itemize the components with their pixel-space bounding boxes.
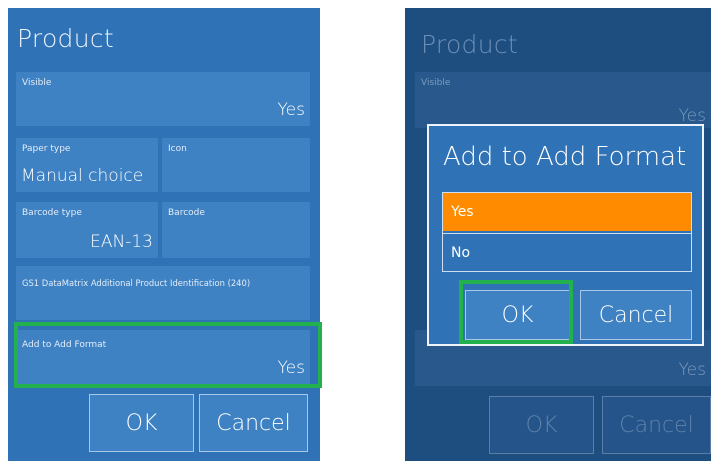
barcode-field[interactable]: Barcode — [162, 202, 310, 258]
icon-field[interactable]: Icon — [162, 138, 310, 192]
add-to-format-value: Yes — [277, 358, 305, 378]
product-panel-dimmed: Product Visible Yes Yes OK Cancel Add to… — [405, 8, 711, 461]
option-no[interactable]: No — [443, 233, 691, 271]
dialog-title: Add to Add Format — [443, 142, 687, 172]
cancel-button[interactable]: Cancel — [199, 394, 308, 452]
icon-label: Icon — [168, 144, 187, 154]
add-to-format-label: Add to Add Format — [22, 340, 107, 350]
cancel-button: Cancel — [602, 396, 711, 454]
barcode-type-label: Barcode type — [22, 208, 82, 218]
barcode-label: Barcode — [168, 208, 205, 218]
visible-label: Visible — [421, 78, 451, 88]
panel-title: Product — [421, 30, 519, 59]
visible-value: Yes — [678, 106, 706, 126]
barcode-type-field[interactable]: Barcode type EAN-13 — [16, 202, 158, 258]
add-to-format-field[interactable]: Add to Add Format Yes — [16, 330, 310, 384]
options-list: Yes No — [442, 192, 692, 272]
paper-type-value: Manual choice — [21, 166, 144, 186]
paper-type-field[interactable]: Paper type Manual choice — [16, 138, 158, 192]
dialog-cancel-button[interactable]: Cancel — [580, 290, 692, 340]
paper-type-label: Paper type — [22, 144, 71, 154]
ok-button: OK — [489, 396, 594, 454]
ok-button[interactable]: OK — [89, 394, 194, 452]
option-yes[interactable]: Yes — [443, 193, 691, 231]
visible-field[interactable]: Visible Yes — [16, 72, 310, 126]
panel-title: Product — [17, 24, 115, 53]
add-to-format-dialog: Add to Add Format Yes No OK Cancel — [427, 124, 704, 346]
dialog-ok-button[interactable]: OK — [465, 290, 570, 340]
gs1-label: GS1 DataMatrix Additional Product Identi… — [22, 278, 251, 288]
barcode-type-value: EAN-13 — [90, 232, 153, 252]
product-panel: Product Visible Yes Paper type Manual ch… — [8, 8, 320, 461]
gs1-field[interactable]: GS1 DataMatrix Additional Product Identi… — [16, 266, 310, 320]
visible-field: Visible Yes — [415, 72, 711, 128]
visible-value: Yes — [277, 100, 305, 120]
add-to-format-value: Yes — [678, 360, 706, 380]
visible-label: Visible — [22, 78, 52, 88]
